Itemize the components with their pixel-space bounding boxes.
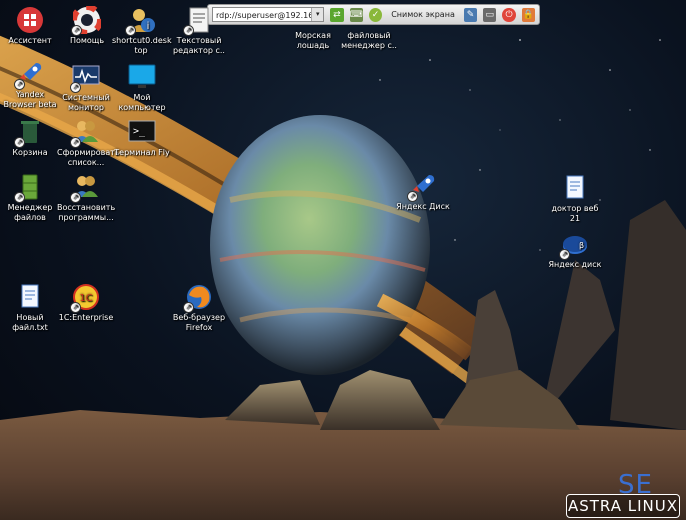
firefox-icon: ↗	[183, 283, 213, 313]
desktop-icon-restore-programs[interactable]: ↗ Восстановить программы...	[57, 173, 115, 223]
shortcut-arrow-icon: ↗	[70, 302, 81, 313]
desktop-icon-yandex-browser[interactable]: ↗ Yandex Browser beta	[1, 60, 59, 110]
svg-text:>_: >_	[133, 126, 146, 137]
icon-label: Терминал Fly	[114, 148, 170, 157]
desktop-icon-yandex-disk[interactable]: ↗ Яндекс Диск	[394, 172, 452, 212]
shortcut-arrow-icon: ↗	[14, 192, 25, 203]
shortcut-arrow-icon: ↗	[70, 82, 81, 93]
shortcut-arrow-icon: ↗	[125, 25, 136, 36]
terminal-icon: >_	[128, 118, 156, 146]
shortcut-arrow-icon: ↗	[559, 249, 570, 260]
shortcut-arrow-icon: ↗	[71, 25, 82, 36]
rocket-icon: ↗	[407, 172, 437, 202]
icon-label: Мой компьютер	[118, 93, 166, 112]
desktop-icon-yandex-disk-2[interactable]: β ↗ Яндекс диск	[546, 230, 604, 270]
desktop-icon-my-computer[interactable]: Мой компьютер	[113, 63, 171, 113]
desktop-icon-terminal[interactable]: >_ Терминал Fly	[113, 118, 171, 158]
assistant-icon	[16, 6, 44, 34]
icon-label: Восстановить программы...	[57, 203, 116, 222]
desktop-icon-form-list[interactable]: ↗ Сформировать список...	[57, 118, 120, 168]
system-monitor-icon: ↗	[70, 63, 100, 93]
shortcut-arrow-icon: ↗	[407, 191, 418, 202]
astra-linux-logo: ASTRA LINUX	[566, 494, 680, 518]
rocket-icon: ↗	[14, 60, 44, 90]
users-icon: ↗	[70, 173, 100, 203]
shortcut-arrow-icon: ↗	[183, 25, 194, 36]
monitor-icon	[128, 63, 156, 91]
svg-text:β: β	[579, 241, 584, 250]
screenshot-label[interactable]: Снимок экрана	[388, 10, 458, 19]
icon-label: Сформировать список...	[57, 148, 120, 167]
icon-label: Яндекс Диск	[396, 202, 450, 211]
icon-label: Yandex Browser beta	[3, 90, 57, 109]
desktop-icon-new-file[interactable]: Новый файл.txt	[1, 283, 59, 333]
desktop-icon-system-monitor[interactable]: ↗ Системный монитор	[57, 63, 115, 113]
desktop-icon-firefox[interactable]: ↗ Веб-браузер Firefox	[170, 283, 228, 333]
1c-icon: 1C ↗	[70, 283, 100, 313]
disk-icon: β ↗	[559, 230, 589, 260]
icon-label: Текстовый редактор с..	[173, 36, 225, 55]
icon-label: 1C:Enterprise	[58, 313, 114, 322]
icon-label: файловый менеджер с..	[341, 31, 397, 50]
svg-text:1C: 1C	[79, 293, 92, 304]
shortcut-arrow-icon: ↗	[14, 137, 25, 148]
text-file-icon	[16, 283, 44, 311]
icon-label: shortcut0.desk top	[112, 36, 172, 55]
seahorse-icon	[299, 13, 327, 29]
desktop-icon-assistant[interactable]: Ассистент	[1, 6, 59, 46]
display-icon[interactable]: ▭	[483, 7, 497, 22]
desktop-icon-1c-enterprise[interactable]: 1C ↗ 1C:Enterprise	[57, 283, 115, 323]
desktop-icon-shortcut0[interactable]: i ↗ shortcut0.desk top	[112, 6, 172, 56]
icon-label: Корзина	[12, 148, 48, 157]
lock-icon[interactable]: 🔒	[521, 7, 536, 22]
icon-label: Менеджер файлов	[7, 203, 53, 222]
icon-label: доктор веб 21	[551, 204, 599, 223]
settings-icon[interactable]: ✎	[463, 7, 478, 22]
user-info-icon: i ↗	[125, 6, 155, 36]
power-icon[interactable]: ⏻	[502, 7, 516, 22]
shortcut-arrow-icon: ↗	[183, 302, 194, 313]
text-editor-icon: ↗	[183, 6, 213, 36]
icon-label: Системный монитор	[62, 93, 110, 112]
users-icon: ↗	[70, 118, 100, 148]
trash-icon: ↗	[14, 118, 44, 148]
file-cabinet-icon: ↗	[14, 173, 44, 203]
svg-text:i: i	[147, 21, 150, 32]
lifebuoy-icon: ↗	[71, 4, 103, 36]
desktop-icon-text-editor[interactable]: ↗ Текстовый редактор с..	[170, 6, 228, 56]
icon-label: Морская лошадь	[295, 31, 331, 50]
icon-label: Помощь	[69, 36, 105, 45]
desktop-icon-seahorse[interactable]: Морская лошадь	[284, 13, 342, 51]
shortcut-arrow-icon: ↗	[70, 137, 81, 148]
desktop-icon-file-manager-s[interactable]: файловый менеджер с..	[340, 13, 398, 51]
desktop[interactable]: rdp://superuser@192.168.0.37 ▾ ⇄ ⌨ ✓ Сни…	[0, 0, 686, 520]
icon-label: Веб-браузер Firefox	[172, 313, 226, 332]
document-icon	[561, 174, 589, 202]
file-manager-icon	[355, 13, 383, 29]
icon-label: Новый файл.txt	[12, 313, 48, 332]
desktop-icon-trash[interactable]: ↗ Корзина	[1, 118, 59, 158]
desktop-icon-doctor-web[interactable]: доктор веб 21	[546, 174, 604, 224]
desktop-icon-help[interactable]: ↗ Помощь	[58, 4, 116, 46]
icon-label: Ассистент	[8, 36, 52, 45]
shortcut-arrow-icon: ↗	[70, 192, 81, 203]
icon-label: Яндекс диск	[548, 260, 602, 269]
shortcut-arrow-icon: ↗	[14, 79, 25, 90]
desktop-icon-file-manager[interactable]: ↗ Менеджер файлов	[1, 173, 59, 223]
